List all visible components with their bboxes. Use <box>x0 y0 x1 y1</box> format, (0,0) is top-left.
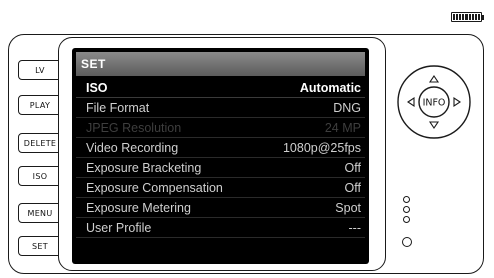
lcd-screen: SET ISO Automatic File Format DNG JPEG R… <box>72 48 369 264</box>
battery-icon <box>451 12 482 22</box>
play-button[interactable]: PLAY <box>18 95 62 115</box>
menu-item-iso[interactable]: ISO Automatic <box>76 78 365 98</box>
menu-item-video-recording[interactable]: Video Recording 1080p@25fps <box>76 138 365 158</box>
menu-item-label: File Format <box>86 100 150 115</box>
menu-item-exposure-compensation[interactable]: Exposure Compensation Off <box>76 178 365 198</box>
menu-item-exposure-bracketing[interactable]: Exposure Bracketing Off <box>76 158 365 178</box>
menu-item-value: 1080p@25fps <box>282 140 361 155</box>
iso-button[interactable]: ISO <box>18 166 62 186</box>
down-arrow-icon[interactable] <box>428 121 440 129</box>
menu-item-value: 24 MP <box>324 120 361 135</box>
menu-item-value: DNG <box>333 100 361 115</box>
menu-list: ISO Automatic File Format DNG JPEG Resol… <box>76 78 365 238</box>
up-arrow-icon[interactable] <box>428 75 440 83</box>
right-arrow-icon[interactable] <box>453 96 461 108</box>
menu-item-label: User Profile <box>86 220 152 235</box>
status-led <box>403 216 410 223</box>
menu-item-value: Spot <box>335 200 361 215</box>
info-label: INFO <box>423 98 446 109</box>
round-button[interactable] <box>402 237 412 247</box>
info-button[interactable]: INFO <box>418 86 450 118</box>
set-button[interactable]: SET <box>18 236 62 256</box>
delete-button[interactable]: DELETE <box>18 133 62 153</box>
menu-button[interactable]: MENU <box>18 203 62 223</box>
menu-item-label: ISO <box>86 80 108 95</box>
menu-item-jpeg-resolution: JPEG Resolution 24 MP <box>76 118 365 138</box>
battery-tip <box>482 14 484 20</box>
control-dial[interactable]: INFO <box>396 64 472 140</box>
status-led <box>403 206 410 213</box>
menu-item-label: Exposure Metering <box>86 200 191 215</box>
menu-item-label: Video Recording <box>86 140 179 155</box>
menu-item-label: Exposure Compensation <box>86 180 223 195</box>
menu-item-file-format[interactable]: File Format DNG <box>76 98 365 118</box>
status-led <box>403 196 410 203</box>
menu-item-value: Automatic <box>299 80 361 95</box>
menu-item-value: --- <box>348 220 362 235</box>
menu-item-label: JPEG Resolution <box>86 120 182 135</box>
menu-title: SET <box>76 52 365 76</box>
menu-item-user-profile[interactable]: User Profile --- <box>76 218 365 238</box>
menu-item-exposure-metering[interactable]: Exposure Metering Spot <box>76 198 365 218</box>
lv-button[interactable]: LV <box>18 60 62 80</box>
menu-item-value: Off <box>344 180 361 195</box>
menu-item-value: Off <box>344 160 361 175</box>
menu-item-label: Exposure Bracketing <box>86 160 202 175</box>
left-arrow-icon[interactable] <box>407 96 415 108</box>
